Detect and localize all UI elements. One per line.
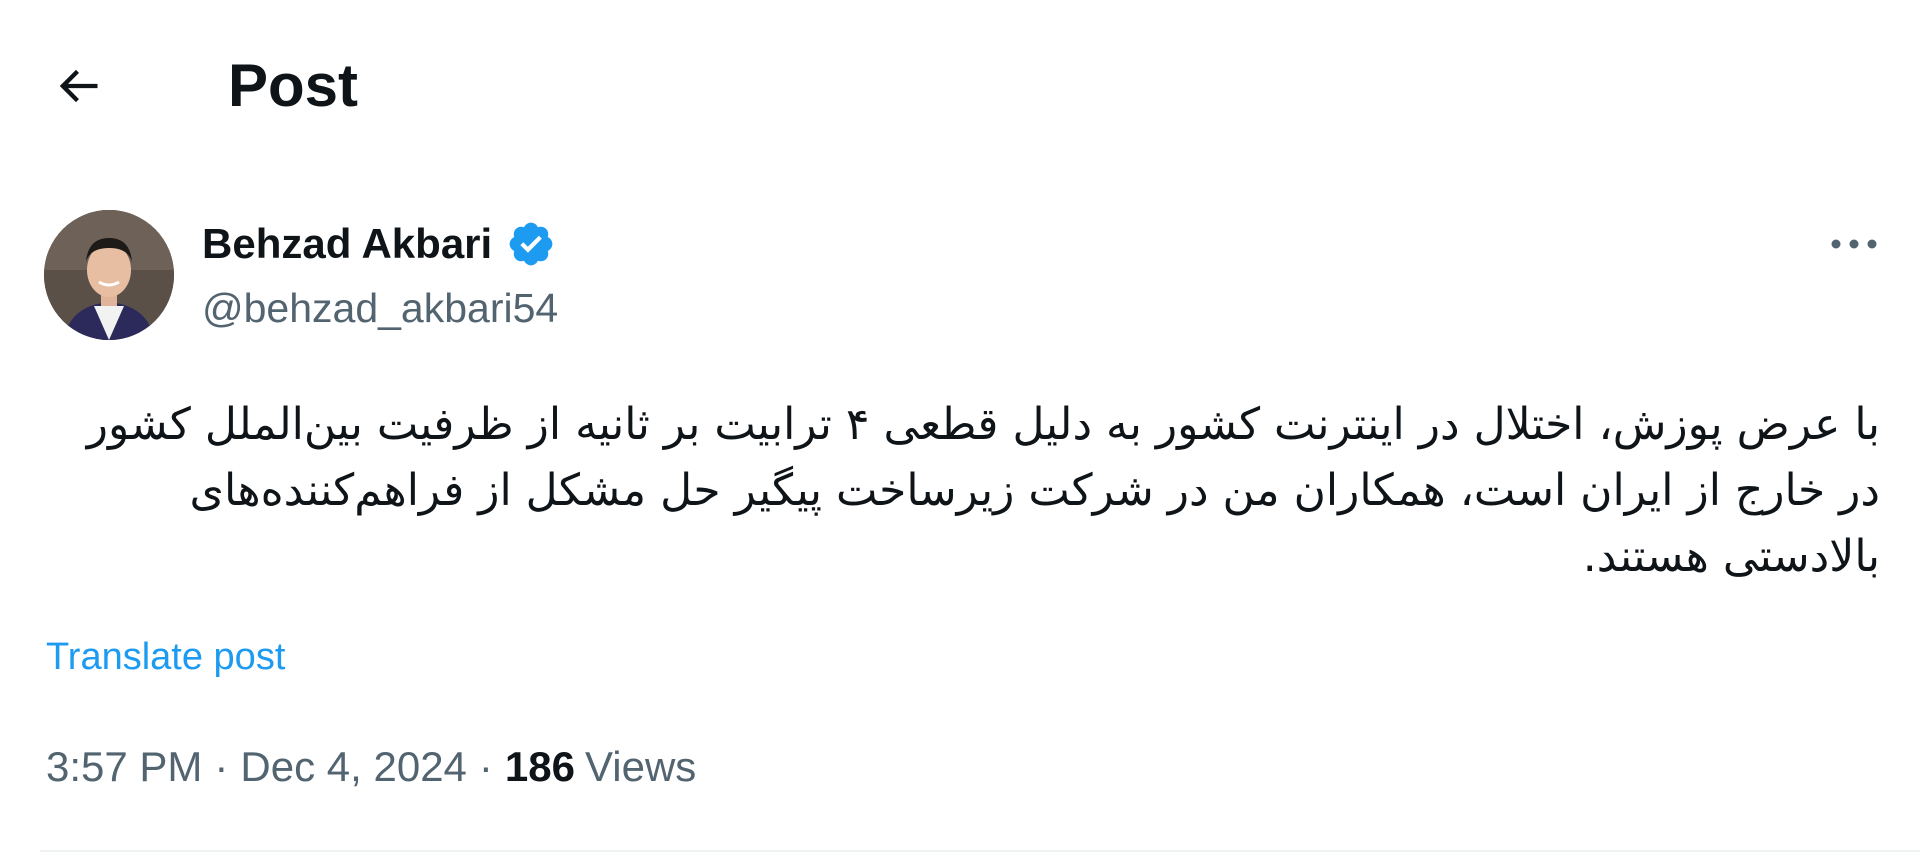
post-header: Post: [0, 0, 1920, 180]
post-text: با عرض پوزش، اختلال در اینترنت کشور به د…: [86, 399, 1880, 582]
back-button[interactable]: [36, 44, 120, 128]
views-count: 186: [504, 743, 575, 790]
views-label: Views: [585, 743, 697, 790]
profile-photo: [44, 210, 174, 340]
author-name[interactable]: Behzad Akbari: [202, 218, 492, 270]
post-meta: 3:57 PM · Dec 4, 2024 · 186 Views: [46, 740, 696, 794]
arrow-left-icon: [59, 69, 98, 103]
verified-badge-icon[interactable]: [506, 219, 556, 269]
page-title: Post: [228, 52, 359, 119]
author-handle[interactable]: @behzad_akbari54: [202, 282, 558, 334]
author-name-row: Behzad Akbari: [202, 218, 556, 270]
more-options-button[interactable]: [1818, 212, 1890, 276]
more-horizontal-icon: [1831, 239, 1877, 249]
meta-separator: ·: [214, 743, 229, 790]
divider: [40, 850, 1920, 852]
meta-separator: ·: [478, 743, 493, 790]
avatar[interactable]: [44, 210, 174, 340]
post-time[interactable]: 3:57 PM: [46, 740, 202, 794]
translate-post-link[interactable]: Translate post: [46, 632, 285, 682]
post-date[interactable]: Dec 4, 2024: [240, 740, 467, 794]
